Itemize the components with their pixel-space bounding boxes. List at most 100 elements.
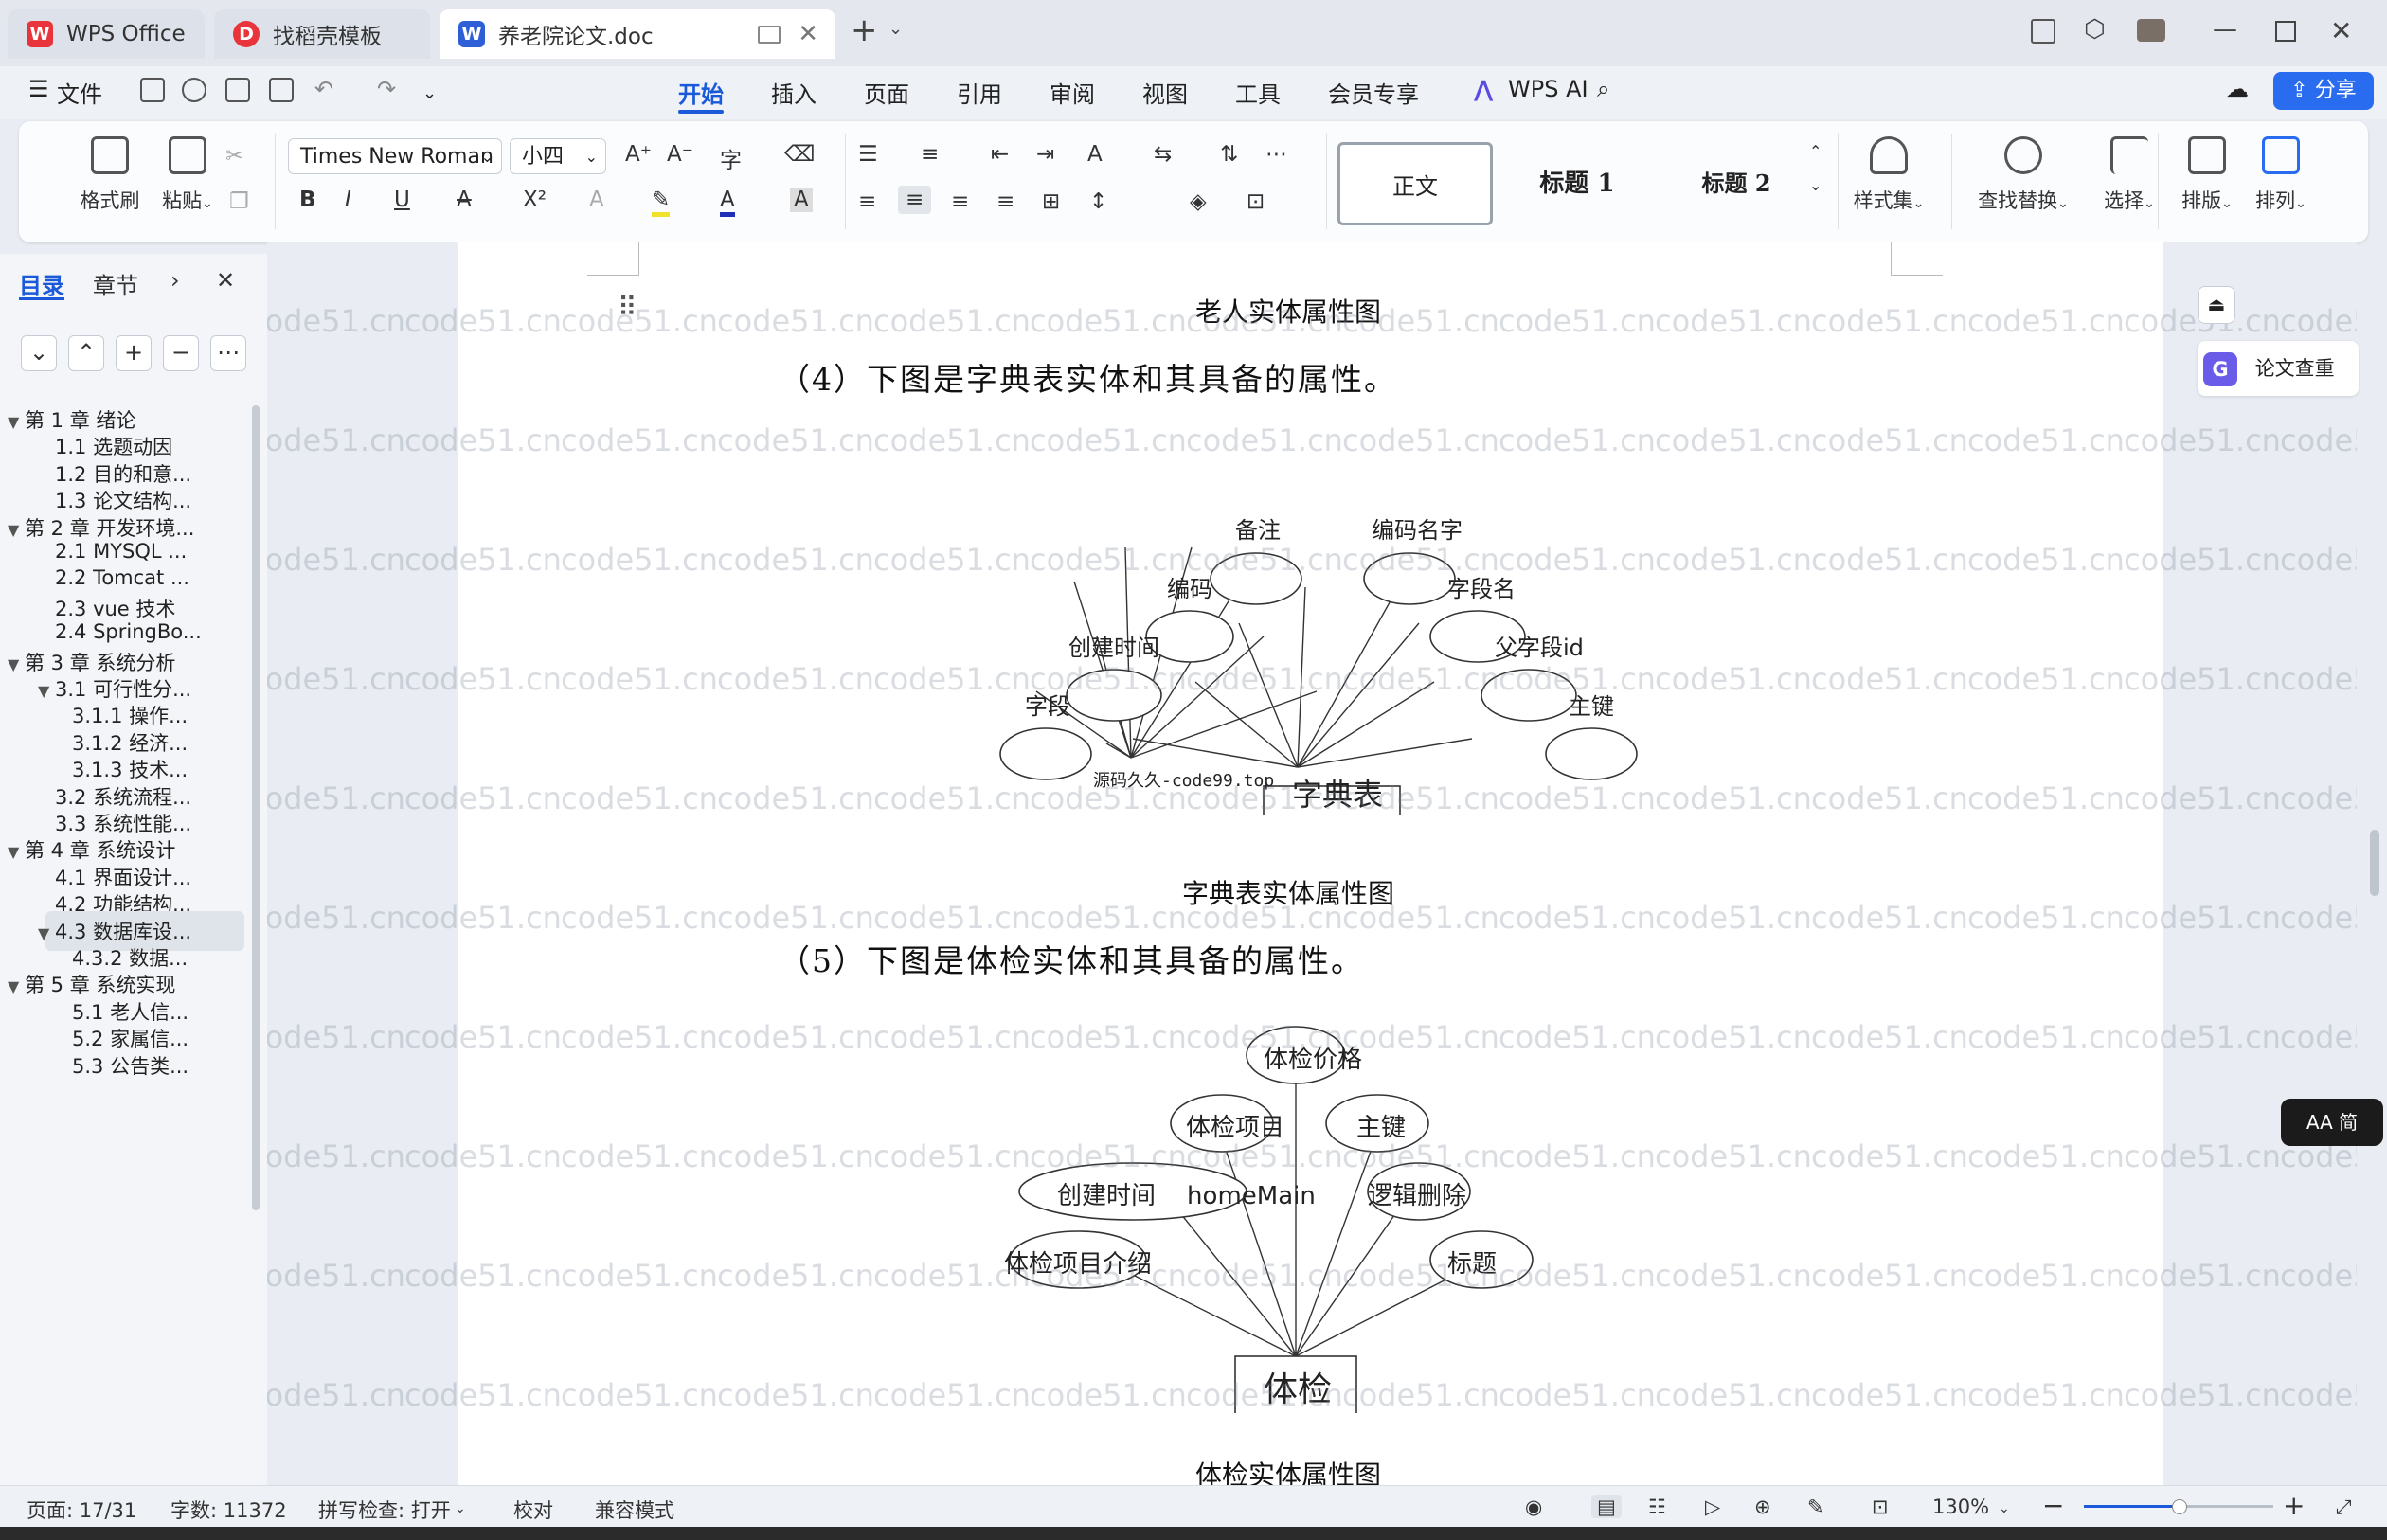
add-icon[interactable]: + xyxy=(116,335,152,371)
font-color-icon[interactable]: A xyxy=(720,188,735,217)
tab-toc[interactable]: 目录 xyxy=(19,267,64,300)
toc-item[interactable]: 3.3 系统性能... xyxy=(55,809,191,837)
numbered-list-icon[interactable]: ≡ xyxy=(921,142,939,167)
layout-button[interactable]: 排版⌄ xyxy=(2171,136,2243,214)
underline-icon[interactable]: U xyxy=(394,188,410,212)
word-count[interactable]: 字数: 11372 xyxy=(170,1495,287,1524)
toc-item[interactable]: ▼ 第 2 章 开发环境... xyxy=(8,513,194,542)
toc-item[interactable]: ▼ 4.3 数据库设... xyxy=(38,917,191,945)
drag-handle-icon[interactable]: ⠿ xyxy=(618,292,637,323)
toc-item[interactable]: 3.1.2 经济... xyxy=(72,728,188,757)
new-tab-icon[interactable]: + xyxy=(851,11,878,49)
page-indicator[interactable]: 页面: 17/31 xyxy=(27,1495,136,1524)
tab-list-chevron-icon[interactable]: ⌄ xyxy=(888,19,903,39)
toc-item[interactable]: 3.1.3 技术... xyxy=(72,755,188,783)
copy-icon[interactable]: ❐ xyxy=(229,189,249,214)
tab-chapter[interactable]: 章节 xyxy=(93,267,138,300)
toc-item[interactable]: 2.4 SpringBo... xyxy=(55,620,202,643)
menu-home[interactable]: 开始 xyxy=(678,76,724,109)
menu-page[interactable]: 页面 xyxy=(864,76,909,109)
close-window-icon[interactable]: ✕ xyxy=(2330,15,2352,46)
expand-icon[interactable]: ⌄ xyxy=(21,335,57,371)
toc-expand-arrow-icon[interactable]: ▼ xyxy=(8,977,25,995)
toc-item[interactable]: 5.2 家属信... xyxy=(72,1024,188,1052)
toc-item[interactable]: ▼ 第 1 章 绪论 xyxy=(8,405,135,434)
toc-item[interactable]: ▼ 第 3 章 系统分析 xyxy=(8,648,175,676)
export-icon[interactable] xyxy=(182,78,206,102)
char-shading-icon[interactable]: A xyxy=(790,188,813,212)
sort-icon[interactable]: ⇅ xyxy=(1220,142,1238,167)
restore-icon[interactable] xyxy=(2275,21,2296,42)
close-panel-icon[interactable]: ✕ xyxy=(216,267,235,294)
toc-item[interactable]: 5.1 老人信... xyxy=(72,997,188,1026)
zoom-slider-knob[interactable] xyxy=(2172,1499,2187,1514)
format-painter-button[interactable]: 格式刷 xyxy=(72,136,148,214)
fit-page-icon[interactable]: ⊡ xyxy=(1872,1495,1889,1518)
toc-item[interactable]: 3.1.1 操作... xyxy=(72,701,188,729)
eye-icon[interactable]: ◉ xyxy=(1525,1495,1542,1518)
style-normal[interactable]: 正文 xyxy=(1337,142,1493,225)
font-size-combo[interactable]: 小四 ⌄ xyxy=(510,138,606,174)
search-icon[interactable]: ⌕ xyxy=(1597,76,1609,102)
styles-scroll-icon[interactable]: ⌃ xyxy=(1809,142,1822,160)
styles-scroll-icon[interactable]: ⌄ xyxy=(1809,176,1822,194)
toc-item[interactable]: ▼ 3.1 可行性分... xyxy=(38,674,191,703)
chevron-right-icon[interactable]: › xyxy=(170,267,180,294)
menu-wps-ai[interactable]: WPS AI xyxy=(1508,76,1588,102)
chevron-down-icon[interactable]: ⌄ xyxy=(455,1501,466,1516)
zoom-level[interactable]: 130% xyxy=(1932,1495,1989,1518)
fullscreen-icon[interactable]: ⤢ xyxy=(2336,1495,2352,1519)
zoom-slider-track[interactable] xyxy=(2084,1499,2273,1514)
tab-document[interactable]: W 养老院论文.doc ✕ xyxy=(440,9,835,59)
toc-item[interactable]: 1.1 选题动因 xyxy=(55,432,172,460)
toc-item[interactable]: 2.1 MYSQL ... xyxy=(55,540,187,563)
toc-expand-arrow-icon[interactable]: ▼ xyxy=(38,924,55,942)
save-icon[interactable] xyxy=(140,78,165,102)
bullet-list-icon[interactable]: ☰ xyxy=(858,142,878,167)
toc-item[interactable]: 4.3.2 数据... xyxy=(72,943,188,972)
toc-expand-arrow-icon[interactable]: ▼ xyxy=(8,843,25,861)
quick-access-chevron-icon[interactable]: ⌄ xyxy=(422,83,437,103)
font-name-combo[interactable]: Times New Roman ⌄ xyxy=(288,138,502,174)
shading-icon[interactable]: ◈ xyxy=(1190,189,1207,214)
find-replace-button[interactable]: 查找替换⌄ xyxy=(1957,136,2090,214)
document-scrollbar[interactable] xyxy=(2370,830,2379,896)
italic-icon[interactable]: I xyxy=(345,188,351,212)
toc-expand-arrow-icon[interactable]: ▼ xyxy=(8,521,25,539)
clear-format-icon[interactable]: ⌫ xyxy=(784,142,816,167)
share-button[interactable]: ⇪ 分享 xyxy=(2273,72,2374,110)
play-icon[interactable]: ▷ xyxy=(1705,1495,1720,1518)
toc-item[interactable]: 3.2 系统流程... xyxy=(55,782,191,811)
text-effect-icon[interactable]: A xyxy=(589,188,604,212)
toc-item[interactable]: 1.2 目的和意... xyxy=(55,459,191,488)
menu-review[interactable]: 审阅 xyxy=(1050,76,1095,109)
collapse-rail-icon[interactable]: ⏏ xyxy=(2198,286,2235,324)
paper-check-button[interactable]: G 论文查重 xyxy=(2198,341,2359,396)
cloud-icon[interactable]: ☁ xyxy=(2226,76,2249,102)
toc-item[interactable]: ▼ 第 4 章 系统设计 xyxy=(8,835,175,864)
superscript-icon[interactable]: X² xyxy=(523,188,547,212)
window-mode-icon[interactable] xyxy=(2031,19,2055,44)
toc-item[interactable]: 2.2 Tomcat ... xyxy=(55,566,189,589)
proofread-button[interactable]: 校对 xyxy=(513,1495,553,1524)
menu-view[interactable]: 视图 xyxy=(1142,76,1188,109)
toc-scrollbar[interactable] xyxy=(252,405,260,1210)
cube-icon[interactable]: ⬡ xyxy=(2084,15,2106,44)
align-left-icon[interactable]: ≡ xyxy=(858,189,876,214)
toc-item[interactable]: 2.3 vue 技术 xyxy=(55,594,175,622)
tab-template[interactable]: D 找稻壳模板 xyxy=(214,9,430,59)
convert-icon[interactable]: ⇆ xyxy=(1154,142,1172,167)
style-heading-1[interactable]: 标题 1 xyxy=(1506,142,1648,220)
font-grow-icon[interactable]: A⁺ xyxy=(625,142,652,167)
indent-icon[interactable]: ⇥ xyxy=(1036,142,1054,167)
align-right-icon[interactable]: ≡ xyxy=(951,189,969,214)
menu-insert[interactable]: 插入 xyxy=(771,76,817,109)
toc-item[interactable]: 4.1 界面设计... xyxy=(55,863,191,891)
read-mode-badge[interactable]: AA 简 xyxy=(2281,1099,2383,1146)
print-preview-icon[interactable] xyxy=(269,78,294,102)
remove-icon[interactable]: − xyxy=(163,335,199,371)
menu-reference[interactable]: 引用 xyxy=(957,76,1002,109)
line-spacing-icon[interactable]: ↕ xyxy=(1089,189,1107,214)
toc-expand-arrow-icon[interactable]: ▼ xyxy=(8,413,25,431)
strikethrough-icon[interactable]: A xyxy=(457,188,472,212)
